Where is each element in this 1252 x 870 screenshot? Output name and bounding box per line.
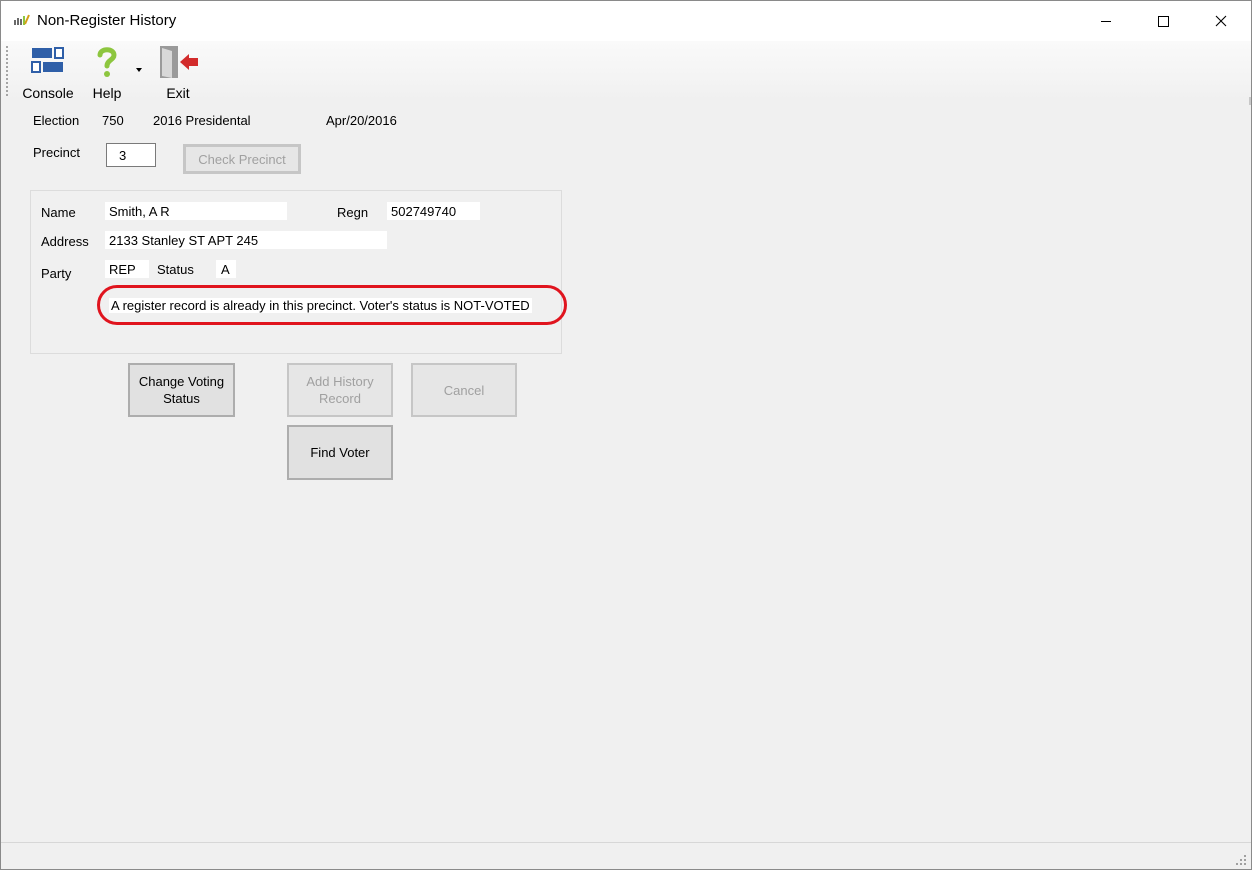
toolbar-grip[interactable] (6, 45, 8, 97)
console-label: Console (22, 85, 74, 101)
close-button[interactable] (1192, 1, 1250, 41)
maximize-icon (1158, 16, 1169, 27)
app-window: Non-Register History Console Help Exit E… (0, 0, 1252, 870)
exit-door-icon (160, 46, 198, 78)
address-label: Address (41, 234, 89, 249)
add-history-label-1: Add History (306, 374, 374, 389)
resize-grip-icon[interactable] (1235, 854, 1247, 866)
title-bar: Non-Register History (1, 1, 1251, 41)
precinct-input[interactable]: 3 (106, 143, 156, 167)
add-history-label-2: Record (319, 391, 361, 406)
voter-name-field: Smith, A R (105, 202, 287, 220)
voter-party-field: REP (105, 260, 149, 278)
toolbar: Console Help Exit (1, 41, 1251, 101)
help-icon (97, 47, 117, 77)
name-label: Name (41, 205, 76, 220)
window-title: Non-Register History (37, 12, 177, 29)
check-precinct-button[interactable]: Check Precinct (183, 144, 301, 174)
election-label: Election (33, 113, 80, 128)
change-voting-status-button[interactable]: Change Voting Status (128, 363, 235, 417)
minimize-button[interactable] (1077, 1, 1135, 41)
console-button[interactable]: Console (18, 45, 78, 101)
party-label: Party (41, 266, 72, 281)
cancel-button[interactable]: Cancel (411, 363, 517, 417)
status-label: Status (157, 262, 194, 277)
help-label: Help (92, 85, 122, 101)
add-history-record-button[interactable]: Add History Record (287, 363, 393, 417)
exit-label: Exit (166, 85, 190, 101)
change-voting-status-label-1: Change Voting (138, 374, 225, 389)
status-bar (1, 842, 1251, 869)
close-icon (1215, 15, 1227, 27)
help-dropdown-arrow-icon[interactable] (136, 68, 142, 72)
change-voting-status-label-2: Status (163, 391, 200, 406)
maximize-button[interactable] (1134, 1, 1192, 41)
exit-button[interactable]: Exit (154, 45, 202, 101)
help-button[interactable]: Help (87, 45, 127, 101)
regn-label: Regn (337, 205, 369, 220)
election-date: Apr/20/2016 (326, 113, 397, 128)
precinct-label: Precinct (33, 145, 80, 160)
scroll-indicator (1249, 97, 1251, 105)
voter-status-field: A (216, 260, 236, 278)
election-number: 750 (102, 113, 124, 128)
voter-address-field: 2133 Stanley ST APT 245 (105, 231, 387, 249)
status-message: A register record is already in this pre… (109, 298, 532, 313)
find-voter-button[interactable]: Find Voter (287, 425, 393, 480)
app-icon (14, 14, 30, 25)
console-icon (31, 47, 64, 73)
minimize-icon (1101, 21, 1111, 22)
voter-regn-field: 502749740 (387, 202, 480, 220)
election-name: 2016 Presidental (153, 113, 251, 128)
